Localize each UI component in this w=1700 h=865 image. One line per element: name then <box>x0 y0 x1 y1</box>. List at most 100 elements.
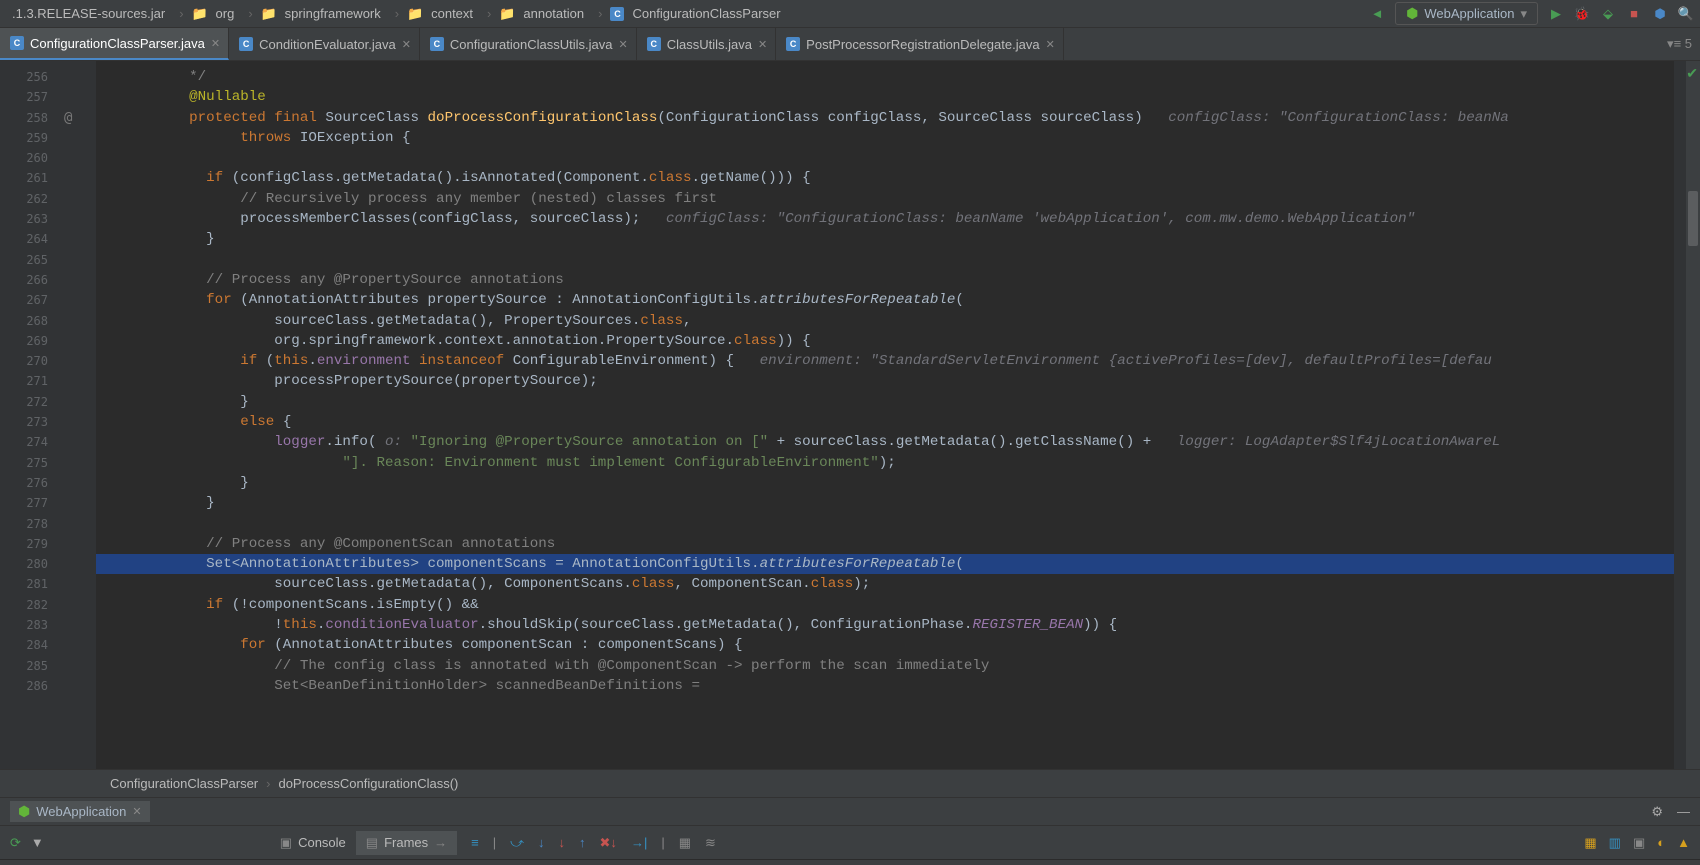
gutter-mark[interactable] <box>64 250 96 270</box>
run-to-cursor-icon[interactable]: →| <box>631 835 647 850</box>
line-number[interactable]: 269 <box>0 331 48 351</box>
line-number[interactable]: 265 <box>0 250 48 270</box>
layout-icon[interactable]: ▥ <box>1609 835 1621 851</box>
code-line[interactable]: Set<AnnotationAttributes> componentScans… <box>96 554 1674 574</box>
code-line[interactable]: sourceClass.getMetadata(), ComponentScan… <box>96 574 1674 594</box>
close-icon[interactable]: ✕ <box>402 38 411 51</box>
line-number[interactable]: 256 <box>0 67 48 87</box>
search-icon[interactable]: 🔍 <box>1678 6 1694 22</box>
drop-frame-icon[interactable]: ✖↓ <box>600 835 617 851</box>
rerun-icon[interactable]: ⟳ <box>10 835 21 851</box>
gutter-mark[interactable] <box>64 168 96 188</box>
gutter-mark[interactable] <box>64 148 96 168</box>
breadcrumbs[interactable]: .1.3.RELEASE-sources.jar› 📁org› 📁springf… <box>6 4 787 23</box>
crumb[interactable]: springframework <box>279 4 387 23</box>
line-number[interactable]: 281 <box>0 574 48 594</box>
line-number[interactable]: 261 <box>0 168 48 188</box>
line-number[interactable]: 272 <box>0 392 48 412</box>
crumb[interactable]: .1.3.RELEASE-sources.jar <box>6 4 171 23</box>
line-number[interactable]: 282 <box>0 595 48 615</box>
code-line[interactable]: // Recursively process any member (neste… <box>96 189 1674 209</box>
gutter-mark[interactable] <box>64 534 96 554</box>
code-line[interactable]: } <box>96 493 1674 513</box>
code-line[interactable]: for (AnnotationAttributes propertySource… <box>96 290 1674 310</box>
editor-tab[interactable]: CConfigurationClassParser.java✕ <box>0 28 229 60</box>
error-stripe[interactable] <box>1674 61 1686 769</box>
line-number[interactable]: 276 <box>0 473 48 493</box>
gutter-mark[interactable] <box>64 229 96 249</box>
gutter-mark[interactable] <box>64 128 96 148</box>
coverage-icon[interactable]: ⬙ <box>1600 6 1616 22</box>
code-line[interactable]: protected final SourceClass doProcessCon… <box>96 108 1674 128</box>
back-icon[interactable]: ◄ <box>1369 6 1385 22</box>
crumb[interactable]: annotation <box>517 4 590 23</box>
crumb[interactable]: org <box>210 4 241 23</box>
line-number[interactable]: 278 <box>0 514 48 534</box>
code-line[interactable]: // Process any @ComponentScan annotation… <box>96 534 1674 554</box>
code-line[interactable]: org.springframework.context.annotation.P… <box>96 331 1674 351</box>
gutter-mark[interactable] <box>64 209 96 229</box>
line-number[interactable]: 283 <box>0 615 48 635</box>
code-line[interactable]: // Process any @PropertySource annotatio… <box>96 270 1674 290</box>
line-number[interactable]: 285 <box>0 656 48 676</box>
gutter-mark[interactable] <box>64 554 96 574</box>
show-execution-point-icon[interactable]: ≡ <box>471 835 479 850</box>
crumb[interactable]: ConfigurationClassParser <box>626 4 786 23</box>
code-line[interactable]: throws IOException { <box>96 128 1674 148</box>
gutter-mark[interactable] <box>64 371 96 391</box>
gutter-mark[interactable] <box>64 453 96 473</box>
line-number[interactable]: 262 <box>0 189 48 209</box>
gutter-mark[interactable]: @ <box>64 108 96 128</box>
gutter-mark[interactable] <box>64 87 96 107</box>
code-line[interactable] <box>96 250 1674 270</box>
gutter-mark[interactable] <box>64 595 96 615</box>
code-line[interactable]: !this.conditionEvaluator.shouldSkip(sour… <box>96 615 1674 635</box>
editor-tab[interactable]: CConfigurationClassUtils.java✕ <box>420 28 637 60</box>
memory-icon[interactable]: ◐ <box>1657 835 1665 851</box>
debug-icon[interactable]: 🐞 <box>1574 6 1590 22</box>
gutter-mark[interactable] <box>64 635 96 655</box>
line-number[interactable]: 277 <box>0 493 48 513</box>
line-number[interactable]: 268 <box>0 311 48 331</box>
gutter-mark[interactable] <box>64 331 96 351</box>
line-number[interactable]: 275 <box>0 453 48 473</box>
close-icon[interactable]: ✕ <box>211 37 220 50</box>
overhead-icon[interactable]: ▲ <box>1677 835 1690 851</box>
gutter-mark[interactable] <box>64 351 96 371</box>
line-number[interactable]: 273 <box>0 412 48 432</box>
line-number[interactable]: 271 <box>0 371 48 391</box>
gutter-mark[interactable] <box>64 574 96 594</box>
run-configuration-selector[interactable]: ⬢ WebApplication ▾ <box>1395 2 1538 25</box>
line-number[interactable]: 258 <box>0 108 48 128</box>
trace-icon[interactable]: ≋ <box>705 835 716 851</box>
gutter-mark[interactable] <box>64 615 96 635</box>
filter-icon[interactable]: ▼ <box>31 835 44 850</box>
stop-icon[interactable]: ■ <box>1626 6 1642 22</box>
code-line[interactable]: */ <box>96 67 1674 87</box>
crumb[interactable]: context <box>425 4 479 23</box>
gutter-mark[interactable] <box>64 514 96 534</box>
evaluate-icon[interactable]: ▦ <box>679 835 691 851</box>
code-line[interactable]: } <box>96 392 1674 412</box>
line-number[interactable]: 257 <box>0 87 48 107</box>
tab-list-icon[interactable]: ▾≡ 5 <box>1667 36 1692 52</box>
structure-breadcrumb[interactable]: ConfigurationClassParser › doProcessConf… <box>0 769 1700 797</box>
line-number[interactable]: 279 <box>0 534 48 554</box>
frames-tab[interactable]: ▤ Frames → <box>356 831 457 855</box>
line-number-gutter[interactable]: 2562572582592602612622632642652662672682… <box>0 61 56 769</box>
line-number[interactable]: 266 <box>0 270 48 290</box>
vertical-scrollbar[interactable]: ✔ <box>1686 61 1700 769</box>
editor-tab[interactable]: CPostProcessorRegistrationDelegate.java✕ <box>776 28 1064 60</box>
gutter-mark[interactable] <box>64 493 96 513</box>
line-number[interactable]: 270 <box>0 351 48 371</box>
run-icon[interactable]: ▶ <box>1548 6 1564 22</box>
gutter-mark[interactable] <box>64 67 96 87</box>
line-number[interactable]: 263 <box>0 209 48 229</box>
editor-tab[interactable]: CConditionEvaluator.java✕ <box>229 28 420 60</box>
layout-icon[interactable]: ▦ <box>1584 835 1596 851</box>
pin-icon[interactable]: → <box>434 835 447 850</box>
step-into-icon[interactable]: ↓ <box>538 835 545 850</box>
gutter-mark[interactable] <box>64 311 96 331</box>
code-line[interactable] <box>96 514 1674 534</box>
line-number[interactable]: 267 <box>0 290 48 310</box>
